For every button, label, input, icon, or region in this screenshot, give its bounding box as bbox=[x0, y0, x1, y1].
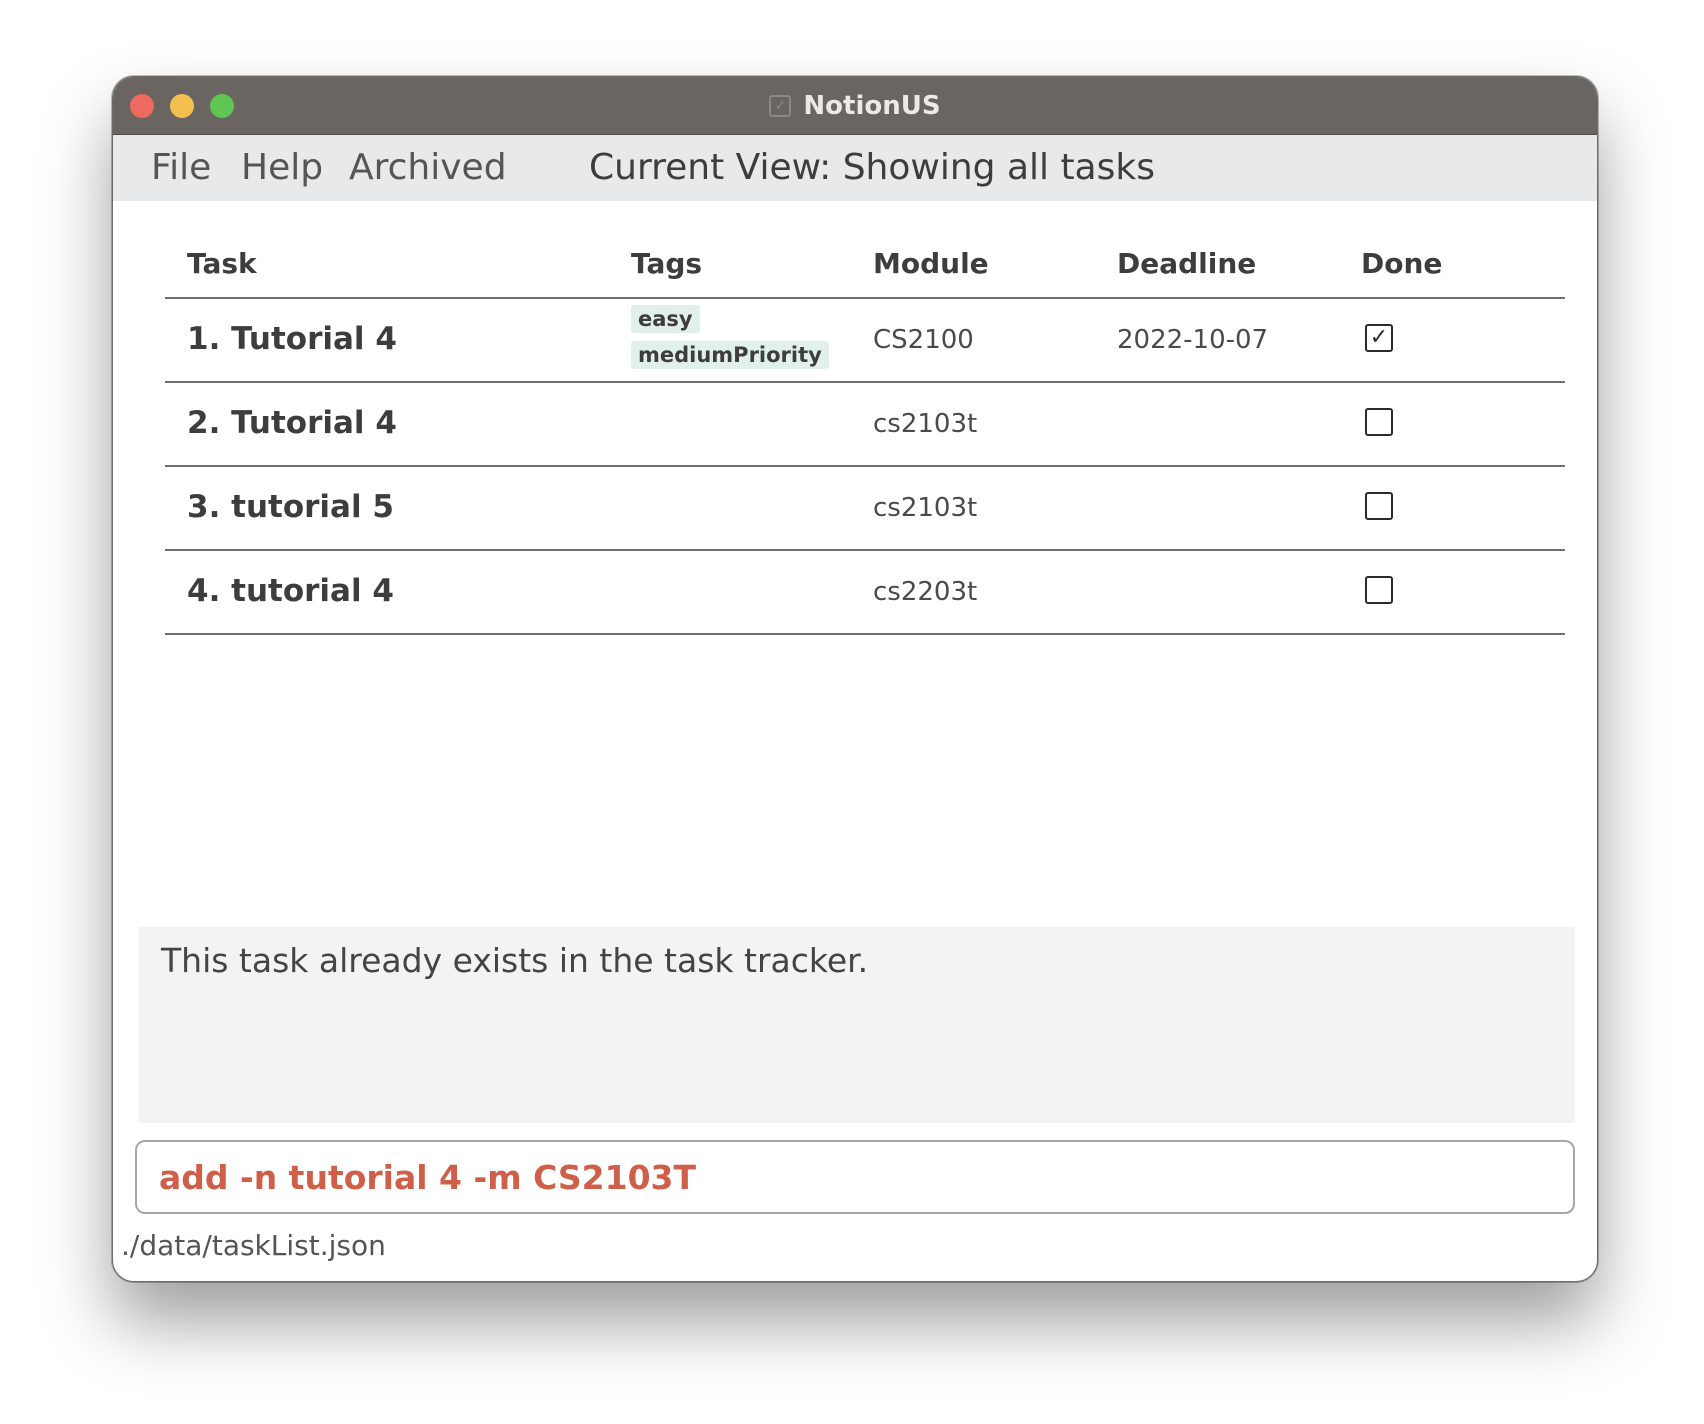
task-module: CS2100 bbox=[873, 325, 974, 355]
window-title: NotionUS bbox=[803, 90, 941, 121]
task-name: 3. tutorial 5 bbox=[187, 489, 394, 525]
app-window: ✓ NotionUS File Help Archived Current Vi… bbox=[112, 76, 1598, 1282]
task-module: cs2103t bbox=[873, 493, 978, 523]
done-checkbox[interactable] bbox=[1365, 492, 1393, 520]
task-deadline: 2022-10-07 bbox=[1117, 325, 1269, 355]
table-row[interactable]: 4. tutorial 4 cs2203t bbox=[165, 551, 1565, 635]
status-bar-path: ./data/taskList.json bbox=[121, 1229, 386, 1262]
table-row[interactable]: 3. tutorial 5 cs2103t bbox=[165, 467, 1565, 551]
task-module: cs2203t bbox=[873, 577, 978, 607]
tag-chip: easy bbox=[631, 305, 700, 333]
menu-file[interactable]: File bbox=[151, 147, 211, 188]
table-header: Task Tags Module Deadline Done bbox=[165, 227, 1565, 299]
menu-help[interactable]: Help bbox=[241, 147, 323, 188]
current-view-label: Current View: Showing all tasks bbox=[589, 147, 1155, 188]
command-input[interactable] bbox=[135, 1140, 1575, 1214]
header-tags: Tags bbox=[631, 247, 703, 280]
header-done: Done bbox=[1361, 247, 1443, 280]
task-name: 4. tutorial 4 bbox=[187, 573, 394, 609]
window-title-group: ✓ NotionUS bbox=[113, 77, 1597, 134]
task-name: 1. Tutorial 4 bbox=[187, 321, 397, 357]
tag-chip: mediumPriority bbox=[631, 341, 829, 369]
result-display: This task already exists in the task tra… bbox=[139, 927, 1575, 1123]
menu-bar: File Help Archived Current View: Showing… bbox=[113, 135, 1597, 201]
title-bar[interactable]: ✓ NotionUS bbox=[113, 77, 1597, 135]
header-task: Task bbox=[187, 247, 257, 280]
done-checkbox[interactable] bbox=[1365, 576, 1393, 604]
done-checkbox[interactable] bbox=[1365, 408, 1393, 436]
tag-list: easy mediumPriority bbox=[631, 305, 829, 369]
task-table: Task Tags Module Deadline Done 1. Tutori… bbox=[165, 227, 1565, 635]
result-message: This task already exists in the task tra… bbox=[161, 941, 869, 980]
menu-archived[interactable]: Archived bbox=[349, 147, 507, 188]
header-module: Module bbox=[873, 247, 989, 280]
task-module: cs2103t bbox=[873, 409, 978, 439]
task-name: 2. Tutorial 4 bbox=[187, 405, 397, 441]
checkbox-app-icon: ✓ bbox=[769, 94, 792, 117]
checkmark-icon: ✓ bbox=[1369, 325, 1389, 350]
table-row[interactable]: 1. Tutorial 4 easy mediumPriority CS2100… bbox=[165, 299, 1565, 383]
done-checkbox[interactable]: ✓ bbox=[1365, 324, 1393, 352]
table-row[interactable]: 2. Tutorial 4 cs2103t bbox=[165, 383, 1565, 467]
header-deadline: Deadline bbox=[1117, 247, 1257, 280]
